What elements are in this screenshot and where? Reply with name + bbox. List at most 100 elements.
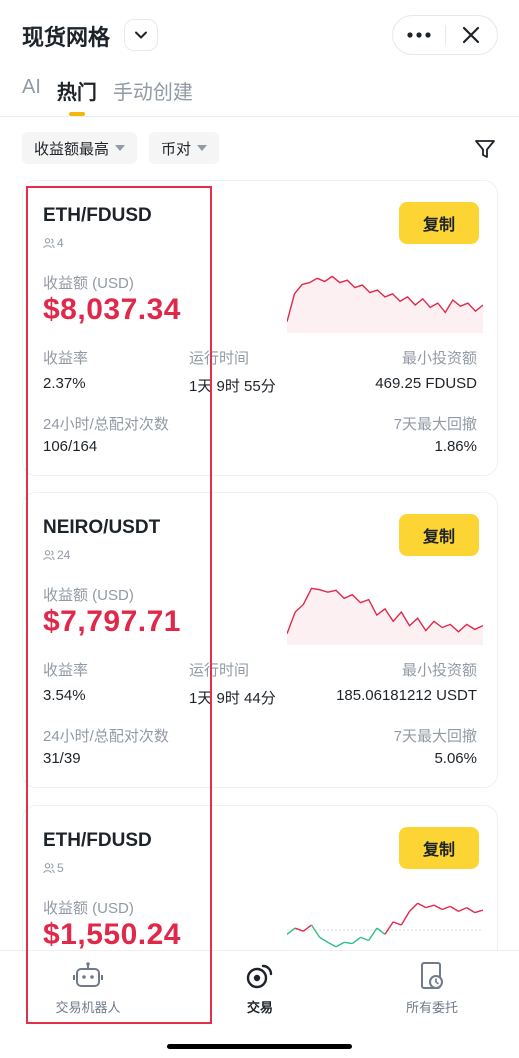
sparkline-segment (344, 941, 353, 945)
pnl-value: $1,550.24 (43, 918, 181, 951)
min-invest-value: 469.25 FDUSD (375, 375, 477, 392)
sparkline-segment (409, 902, 419, 912)
matched-value: 106/164 (43, 438, 98, 455)
sparkline-segment (449, 905, 459, 912)
sparkline-segment (433, 904, 443, 911)
caret-down-icon (197, 145, 208, 151)
bottom-nav: 交易机器人 交易 所有委托 (0, 950, 519, 1058)
caret-down-icon (115, 145, 126, 151)
tab-popular[interactable]: 热门 (57, 76, 97, 116)
runtime-label: 运行时间 (189, 350, 250, 367)
pnl-value: $7,797.71 (43, 605, 181, 638)
users-icon (43, 238, 55, 249)
nav-all-orders[interactable]: 所有委托 (372, 961, 492, 1016)
sparkline-segment (319, 936, 329, 943)
home-indicator (167, 1044, 352, 1049)
sparkline-segment (458, 907, 467, 912)
more-dots-icon (407, 32, 431, 38)
sparkline-area (287, 588, 483, 645)
nav-trade[interactable]: 交易 (200, 961, 320, 1016)
user-count: 4 (43, 236, 64, 250)
copy-button[interactable]: 复制 (399, 827, 479, 869)
user-count: 24 (43, 548, 70, 562)
tabs-divider (0, 116, 519, 117)
sparkline-segment (392, 921, 402, 926)
sort-label: 收益额最高 (34, 140, 110, 158)
close-icon (463, 26, 480, 44)
drawdown-label: 7天最大回撤 (393, 728, 477, 745)
tab-ai[interactable]: AI (22, 76, 41, 116)
runtime-value: 1天 9时 55分 (189, 378, 276, 395)
pnl-label: 收益额 (USD) (43, 900, 134, 917)
pair-dropdown[interactable]: 币对 (149, 132, 220, 164)
sparkline-area (287, 276, 483, 333)
copy-button[interactable]: 复制 (399, 202, 479, 244)
robot-icon (73, 962, 103, 987)
nav-label: 所有委托 (405, 1000, 458, 1015)
sparkline-segment (400, 911, 411, 926)
nav-label: 交易 (246, 1000, 273, 1015)
user-count: 5 (43, 861, 64, 875)
tab-bar: AI 热门 手动创建 (22, 76, 193, 116)
more-button[interactable] (393, 16, 445, 54)
sparkline-segment (441, 905, 451, 911)
sparkline-segment (474, 909, 483, 914)
header: 现货网格 (0, 0, 519, 70)
matched-label: 24小时/总配对次数 (43, 416, 169, 433)
pnl-label: 收益额 (USD) (43, 275, 134, 292)
min-invest-label: 最小投资额 (401, 662, 477, 679)
users-icon (43, 863, 55, 874)
roi-value: 3.54% (43, 687, 86, 704)
title-dropdown-button[interactable] (124, 19, 158, 51)
drawdown-value: 5.06% (434, 750, 477, 767)
pair-filter-label: 币对 (161, 140, 192, 158)
grid-card[interactable]: ETH/FDUSD 4 复制 收益额 (USD) $8,037.34 收益率 运… (22, 180, 498, 476)
roi-label: 收益率 (43, 350, 89, 367)
sort-dropdown[interactable]: 收益额最高 (22, 132, 138, 164)
filter-button[interactable] (472, 136, 498, 162)
roi-value: 2.37% (43, 375, 86, 392)
sparkline-segment (351, 936, 361, 945)
sparkline-segment (287, 927, 296, 935)
page-title: 现货网格 (22, 25, 111, 50)
header-actions (392, 15, 498, 55)
roi-label: 收益率 (43, 662, 89, 679)
sparkline-segment (376, 927, 386, 935)
runtime-value: 1天 9时 44分 (189, 690, 276, 707)
pair-name: ETH/FDUSD (43, 830, 152, 851)
sparkline-chart (287, 587, 483, 645)
grid-card[interactable]: NEIRO/USDT 24 复制 收益额 (USD) $7,797.71 收益率… (22, 492, 498, 788)
matched-value: 31/39 (43, 750, 81, 767)
min-invest-label: 最小投资额 (401, 350, 477, 367)
sparkline-segment (384, 921, 394, 935)
pnl-label: 收益额 (USD) (43, 587, 134, 604)
close-button[interactable] (446, 16, 497, 54)
tab-manual-create[interactable]: 手动创建 (113, 76, 193, 116)
pnl-value: $8,037.34 (43, 293, 181, 326)
filter-bar: 收益额最高 币对 (22, 132, 220, 164)
nav-trading-bots[interactable]: 交易机器人 (28, 961, 148, 1016)
chevron-down-icon (135, 31, 147, 39)
min-invest-value: 185.06181212 USDT (336, 687, 477, 704)
runtime-label: 运行时间 (189, 662, 250, 679)
sparkline-segment (466, 907, 476, 914)
orders-icon (421, 962, 443, 989)
sparkline-segment (335, 941, 345, 948)
sparkline-segment (425, 904, 435, 909)
funnel-icon (475, 140, 495, 158)
copy-button[interactable]: 复制 (399, 514, 479, 556)
drawdown-label: 7天最大回撤 (393, 416, 477, 433)
drawdown-value: 1.86% (434, 438, 477, 455)
trade-icon (246, 964, 273, 989)
matched-label: 24小时/总配对次数 (43, 728, 169, 745)
pair-name: ETH/FDUSD (43, 205, 152, 226)
pair-name: NEIRO/USDT (43, 517, 161, 538)
nav-label: 交易机器人 (55, 1000, 121, 1015)
sparkline-chart (287, 275, 483, 333)
users-icon (43, 550, 55, 561)
sparkline-segment (360, 936, 369, 942)
sparkline-segment (327, 941, 337, 948)
sparkline-segment (310, 924, 321, 938)
sparkline-chart (287, 902, 483, 948)
sparkline-segment (417, 902, 427, 909)
